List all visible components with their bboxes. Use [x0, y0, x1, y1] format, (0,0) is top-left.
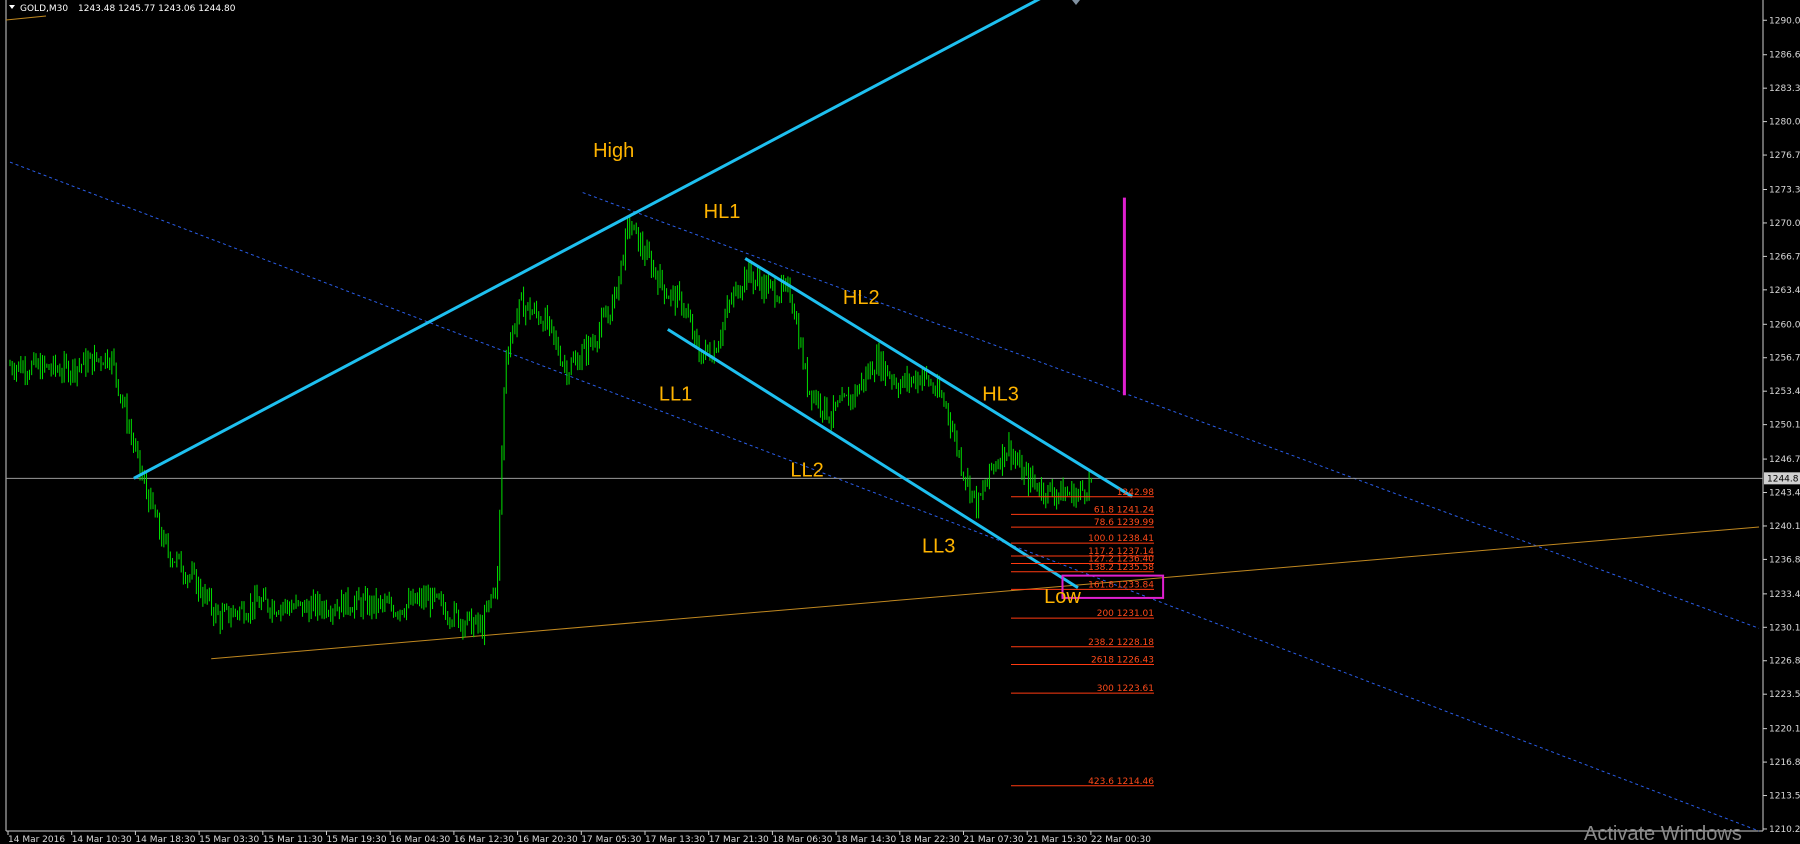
price-tick-label: 1280.0 — [1769, 118, 1800, 128]
fib-level-label: 200 1231.01 — [1097, 609, 1154, 619]
time-tick-label: 18 Mar 14:30 — [836, 835, 896, 844]
price-tick-label: 1233.4 — [1769, 590, 1800, 600]
chart-header[interactable]: GOLD,M30 1243.48 1245.77 1243.06 1244.80 — [9, 4, 236, 14]
fib-level-label: 2618 1226.43 — [1091, 655, 1154, 665]
fib-level-label: 61.8 1241.24 — [1094, 505, 1154, 515]
time-tick-label: 18 Mar 22:30 — [900, 835, 960, 844]
price-tick-label: 1246.7 — [1769, 455, 1800, 465]
price-tick-label: 1270.0 — [1769, 219, 1800, 229]
chart-background — [0, 0, 1800, 844]
time-tick-label: 15 Mar 19:30 — [327, 835, 387, 844]
price-tick-label: 1263.4 — [1769, 286, 1800, 296]
current-price-tag-label: 1244.8 — [1767, 474, 1799, 484]
time-tick-label: 16 Mar 04:30 — [390, 835, 450, 844]
fib-level-label: 300 1223.61 — [1097, 684, 1154, 694]
activate-windows-watermark: Activate Windows — [1584, 823, 1742, 844]
price-tick-label: 1266.7 — [1769, 252, 1800, 262]
wave-label-ll2: LL2 — [790, 459, 823, 481]
price-tick-label: 1213.5 — [1769, 792, 1800, 802]
time-tick-label: 17 Mar 13:30 — [645, 835, 705, 844]
time-tick-label: 14 Mar 10:30 — [72, 835, 132, 844]
time-tick-label: 17 Mar 21:30 — [709, 835, 769, 844]
time-tick-label: 14 Mar 2016 — [8, 835, 65, 844]
time-tick-label: 21 Mar 07:30 — [964, 835, 1024, 844]
price-tick-label: 1250.1 — [1769, 421, 1800, 431]
price-tick-label: 1240.1 — [1769, 522, 1800, 532]
price-tick-label: 1243.4 — [1769, 489, 1800, 499]
time-tick-label: 15 Mar 03:30 — [199, 835, 259, 844]
wave-label-low: Low — [1044, 586, 1081, 608]
time-tick-label: 14 Mar 18:30 — [135, 835, 195, 844]
ohlc-label: 1243.48 1245.77 1243.06 1244.80 — [78, 4, 236, 14]
chart-window[interactable]: 1242.98 61.8 1241.24 78.6 1239.99 100.0 123… — [0, 0, 1800, 844]
price-tick-label: 1226.8 — [1769, 657, 1800, 667]
time-tick-label: 22 Mar 00:30 — [1091, 835, 1151, 844]
price-tick-label: 1256.7 — [1769, 354, 1800, 364]
price-tick-label: 1283.3 — [1769, 84, 1800, 94]
price-tick-label: 1276.7 — [1769, 151, 1800, 161]
price-tick-label: 1223.5 — [1769, 690, 1800, 700]
time-tick-label: 16 Mar 12:30 — [454, 835, 514, 844]
price-tick-label: 1286.6 — [1769, 51, 1800, 61]
fib-level-label: 161.8 1233.84 — [1088, 580, 1154, 590]
price-tick-label: 1236.8 — [1769, 555, 1800, 565]
fib-level-label: 100.0 1238.41 — [1088, 534, 1154, 544]
wave-label-ll3: LL3 — [922, 535, 955, 557]
wave-label-ll1: LL1 — [659, 383, 692, 405]
symbol-label: GOLD,M30 — [20, 4, 68, 14]
fib-level-label: 78.6 1239.99 — [1094, 518, 1154, 528]
fib-level-label: 238.2 1228.18 — [1088, 638, 1154, 648]
wave-label-hl1: HL1 — [704, 201, 741, 223]
wave-label-high: High — [593, 140, 634, 162]
price-tick-label: 1230.1 — [1769, 623, 1800, 633]
price-tick-label: 1220.1 — [1769, 725, 1800, 735]
wave-label-hl2: HL2 — [843, 287, 880, 309]
time-tick-label: 18 Mar 06:30 — [772, 835, 832, 844]
wave-label-hl3: HL3 — [982, 383, 1019, 405]
price-tick-label: 1210.2 — [1769, 825, 1800, 835]
time-tick-label: 21 Mar 15:30 — [1027, 835, 1087, 844]
price-tick-label: 1216.8 — [1769, 758, 1800, 768]
price-chart[interactable]: 1242.98 61.8 1241.24 78.6 1239.99 100.0 123… — [0, 0, 1800, 844]
price-tick-label: 1290.0 — [1769, 16, 1800, 26]
price-tick-label: 1260.0 — [1769, 320, 1800, 330]
fib-level-label: 138.2 1235.58 — [1088, 563, 1154, 573]
time-tick-label: 15 Mar 11:30 — [263, 835, 323, 844]
price-tick-label: 1253.4 — [1769, 387, 1800, 397]
price-tick-label: 1273.3 — [1769, 186, 1800, 196]
fib-level-label: 1242.98 — [1117, 488, 1154, 498]
time-tick-label: 17 Mar 05:30 — [581, 835, 641, 844]
fib-level-label: 423.6 1214.46 — [1088, 777, 1154, 787]
time-tick-label: 16 Mar 20:30 — [518, 835, 578, 844]
